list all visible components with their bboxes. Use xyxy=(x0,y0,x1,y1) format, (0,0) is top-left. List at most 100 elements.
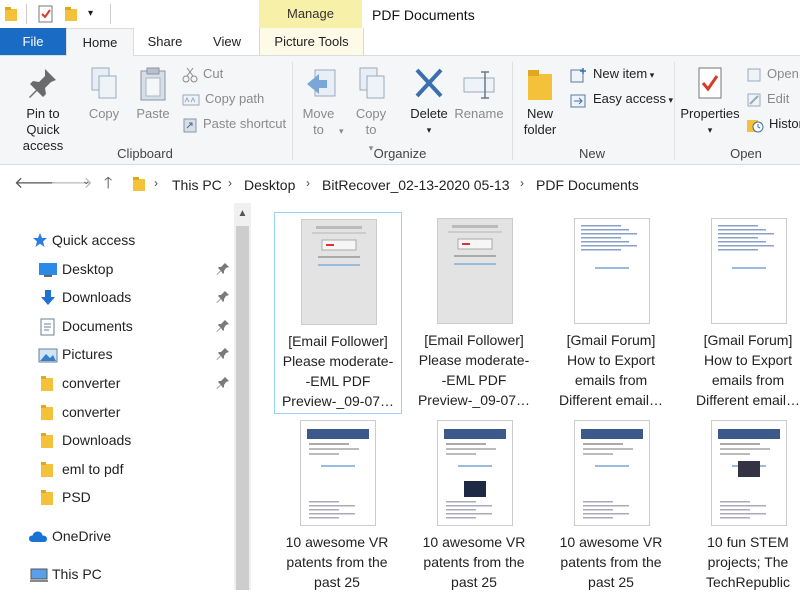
easy-access-icon xyxy=(570,94,586,108)
nav-item-label: Pictures xyxy=(62,346,113,362)
file-name: 10 awesome VR patents from the past 25 xyxy=(411,532,537,592)
pin-to-quick-access-button[interactable]: Pin to Quick access xyxy=(4,66,82,154)
file-name-line: 10 awesome VR xyxy=(422,534,526,550)
copy-to-button[interactable]: Copy to ▾ xyxy=(350,66,392,156)
recent-locations-chevron-down-icon[interactable]: ⌄ xyxy=(82,176,90,187)
pictures-icon xyxy=(38,348,58,363)
breadcrumb-separator-icon[interactable]: › xyxy=(154,176,158,190)
up-arrow-icon[interactable]: 🡑 xyxy=(104,172,112,199)
new-item-button[interactable]: New item ▾ xyxy=(570,63,654,85)
computer-icon xyxy=(30,568,48,582)
nav-item[interactable]: Downloads xyxy=(0,428,234,454)
pdf-thumbnail xyxy=(711,420,787,526)
new-folder-quick-icon[interactable] xyxy=(64,6,78,22)
file-name-line: 10 fun STEM xyxy=(707,534,789,550)
nav-this-pc[interactable]: This PC xyxy=(0,562,234,588)
manage-tab[interactable]: Manage xyxy=(259,0,362,28)
breadcrumb-separator-icon[interactable]: › xyxy=(520,176,524,190)
file-item[interactable]: [Email Follower] Please moderate- -EML PDF… xyxy=(274,212,402,414)
tab-home[interactable]: Home xyxy=(66,28,134,57)
cut-button[interactable]: Cut xyxy=(182,63,223,85)
copy-path-button[interactable]: Copy path xyxy=(182,88,264,110)
file-name-line: emails from xyxy=(711,372,785,388)
pin-icon[interactable] xyxy=(216,262,230,276)
open-button[interactable]: Open xyxy=(746,63,799,85)
nav-quick-access[interactable]: Quick access xyxy=(0,228,234,254)
pin-icon[interactable] xyxy=(216,290,230,304)
copy-to-label: Copy to xyxy=(355,106,387,137)
tab-view[interactable]: View xyxy=(204,28,250,55)
pin-icon xyxy=(29,69,56,98)
file-item[interactable]: [Gmail Forum] How to Export emails from Dif… xyxy=(685,212,800,412)
history-label: Histor xyxy=(769,116,800,131)
nav-item[interactable]: PSD xyxy=(0,485,234,511)
organize-group-label: Organize xyxy=(373,146,427,161)
edit-button[interactable]: Edit xyxy=(746,88,789,110)
nav-item[interactable]: Desktop xyxy=(0,257,234,283)
tab-file[interactable]: File xyxy=(0,28,66,55)
pdf-thumbnail xyxy=(300,420,376,526)
nav-item[interactable]: eml to pdf xyxy=(0,457,234,483)
pdf-thumbnail xyxy=(574,218,650,324)
file-item[interactable]: 10 awesome VR patents from the past 25 xyxy=(548,414,674,614)
file-name: [Email Follower] Please moderate- -EML PDF… xyxy=(411,330,537,410)
file-item[interactable]: 10 awesome VR patents from the past 25 xyxy=(274,414,400,614)
scroll-up-arrow-icon[interactable]: ▲ xyxy=(234,208,251,224)
pdf-page-preview-icon xyxy=(581,225,637,269)
delete-button[interactable]: Delete ▾ xyxy=(406,66,452,138)
paste-shortcut-icon xyxy=(183,118,197,133)
pdf-thumbnail xyxy=(437,420,513,526)
nav-item[interactable]: Documents xyxy=(0,314,234,340)
tab-share[interactable]: Share xyxy=(140,28,190,55)
properties-icon xyxy=(698,67,722,99)
folder-icon xyxy=(41,490,53,505)
scroll-thumb[interactable] xyxy=(236,226,249,590)
breadcrumb-separator-icon[interactable]: › xyxy=(228,176,232,190)
paste-button[interactable]: Paste xyxy=(132,66,174,122)
file-name-line: past 25 xyxy=(314,574,360,590)
customize-quick-access-icon[interactable]: ▾ xyxy=(88,8,93,19)
tab-picture-tools[interactable]: Picture Tools xyxy=(259,28,364,55)
nav-item-label: eml to pdf xyxy=(62,461,124,477)
copy-button[interactable]: Copy xyxy=(84,66,124,122)
pin-icon[interactable] xyxy=(216,347,230,361)
folder-icon xyxy=(41,405,53,420)
new-folder-button[interactable]: New folder xyxy=(518,66,562,138)
pin-icon[interactable] xyxy=(216,376,230,390)
pdf-page-preview-icon xyxy=(718,429,780,519)
properties-button[interactable]: Properties ▾ xyxy=(678,66,742,138)
easy-access-button[interactable]: Easy access ▾ xyxy=(570,88,673,110)
breadcrumb-this-pc[interactable]: This PC xyxy=(172,177,222,193)
nav-item[interactable]: Downloads xyxy=(0,285,234,311)
nav-item[interactable]: converter xyxy=(0,400,234,426)
file-item[interactable]: 10 fun STEM projects; The TechRepublic xyxy=(685,414,800,614)
pin-icon[interactable] xyxy=(216,319,230,333)
open-icon xyxy=(747,68,761,82)
pdf-page-preview-icon xyxy=(581,429,643,519)
breadcrumb-separator-icon[interactable]: › xyxy=(306,176,310,190)
nav-item[interactable]: converter xyxy=(0,371,234,397)
file-item[interactable]: [Email Follower] Please moderate- -EML PDF… xyxy=(411,212,537,412)
file-name-line: [Gmail Forum] xyxy=(566,332,656,348)
breadcrumb-pdf-documents[interactable]: PDF Documents xyxy=(536,177,639,193)
paste-shortcut-label: Paste shortcut xyxy=(203,116,287,131)
file-item[interactable]: [Gmail Forum] How to Export emails from Dif… xyxy=(548,212,674,412)
pdf-page-preview-icon xyxy=(444,429,506,519)
paste-shortcut-button[interactable]: Paste shortcut xyxy=(182,113,286,135)
breadcrumb-desktop[interactable]: Desktop xyxy=(244,177,295,193)
nav-onedrive-label: OneDrive xyxy=(52,528,112,544)
file-item[interactable]: 10 awesome VR patents from the past 25 xyxy=(411,414,537,614)
history-button[interactable]: Histor xyxy=(746,113,800,135)
properties-quick-icon[interactable] xyxy=(38,5,54,23)
file-name-line: Different email… xyxy=(695,392,800,408)
rename-icon xyxy=(463,71,495,99)
pdf-page-preview-icon xyxy=(718,225,774,269)
cloud-icon xyxy=(29,531,47,542)
rename-button[interactable]: Rename xyxy=(454,66,504,122)
file-name-line: How to Export xyxy=(704,352,792,368)
folder-icon xyxy=(41,376,53,391)
nav-item[interactable]: Pictures xyxy=(0,342,234,368)
move-to-button[interactable]: Move to ▾ xyxy=(298,66,346,139)
nav-onedrive[interactable]: OneDrive xyxy=(0,524,234,550)
breadcrumb-bitrecover[interactable]: BitRecover_02-13-2020 05-13 xyxy=(322,177,510,193)
